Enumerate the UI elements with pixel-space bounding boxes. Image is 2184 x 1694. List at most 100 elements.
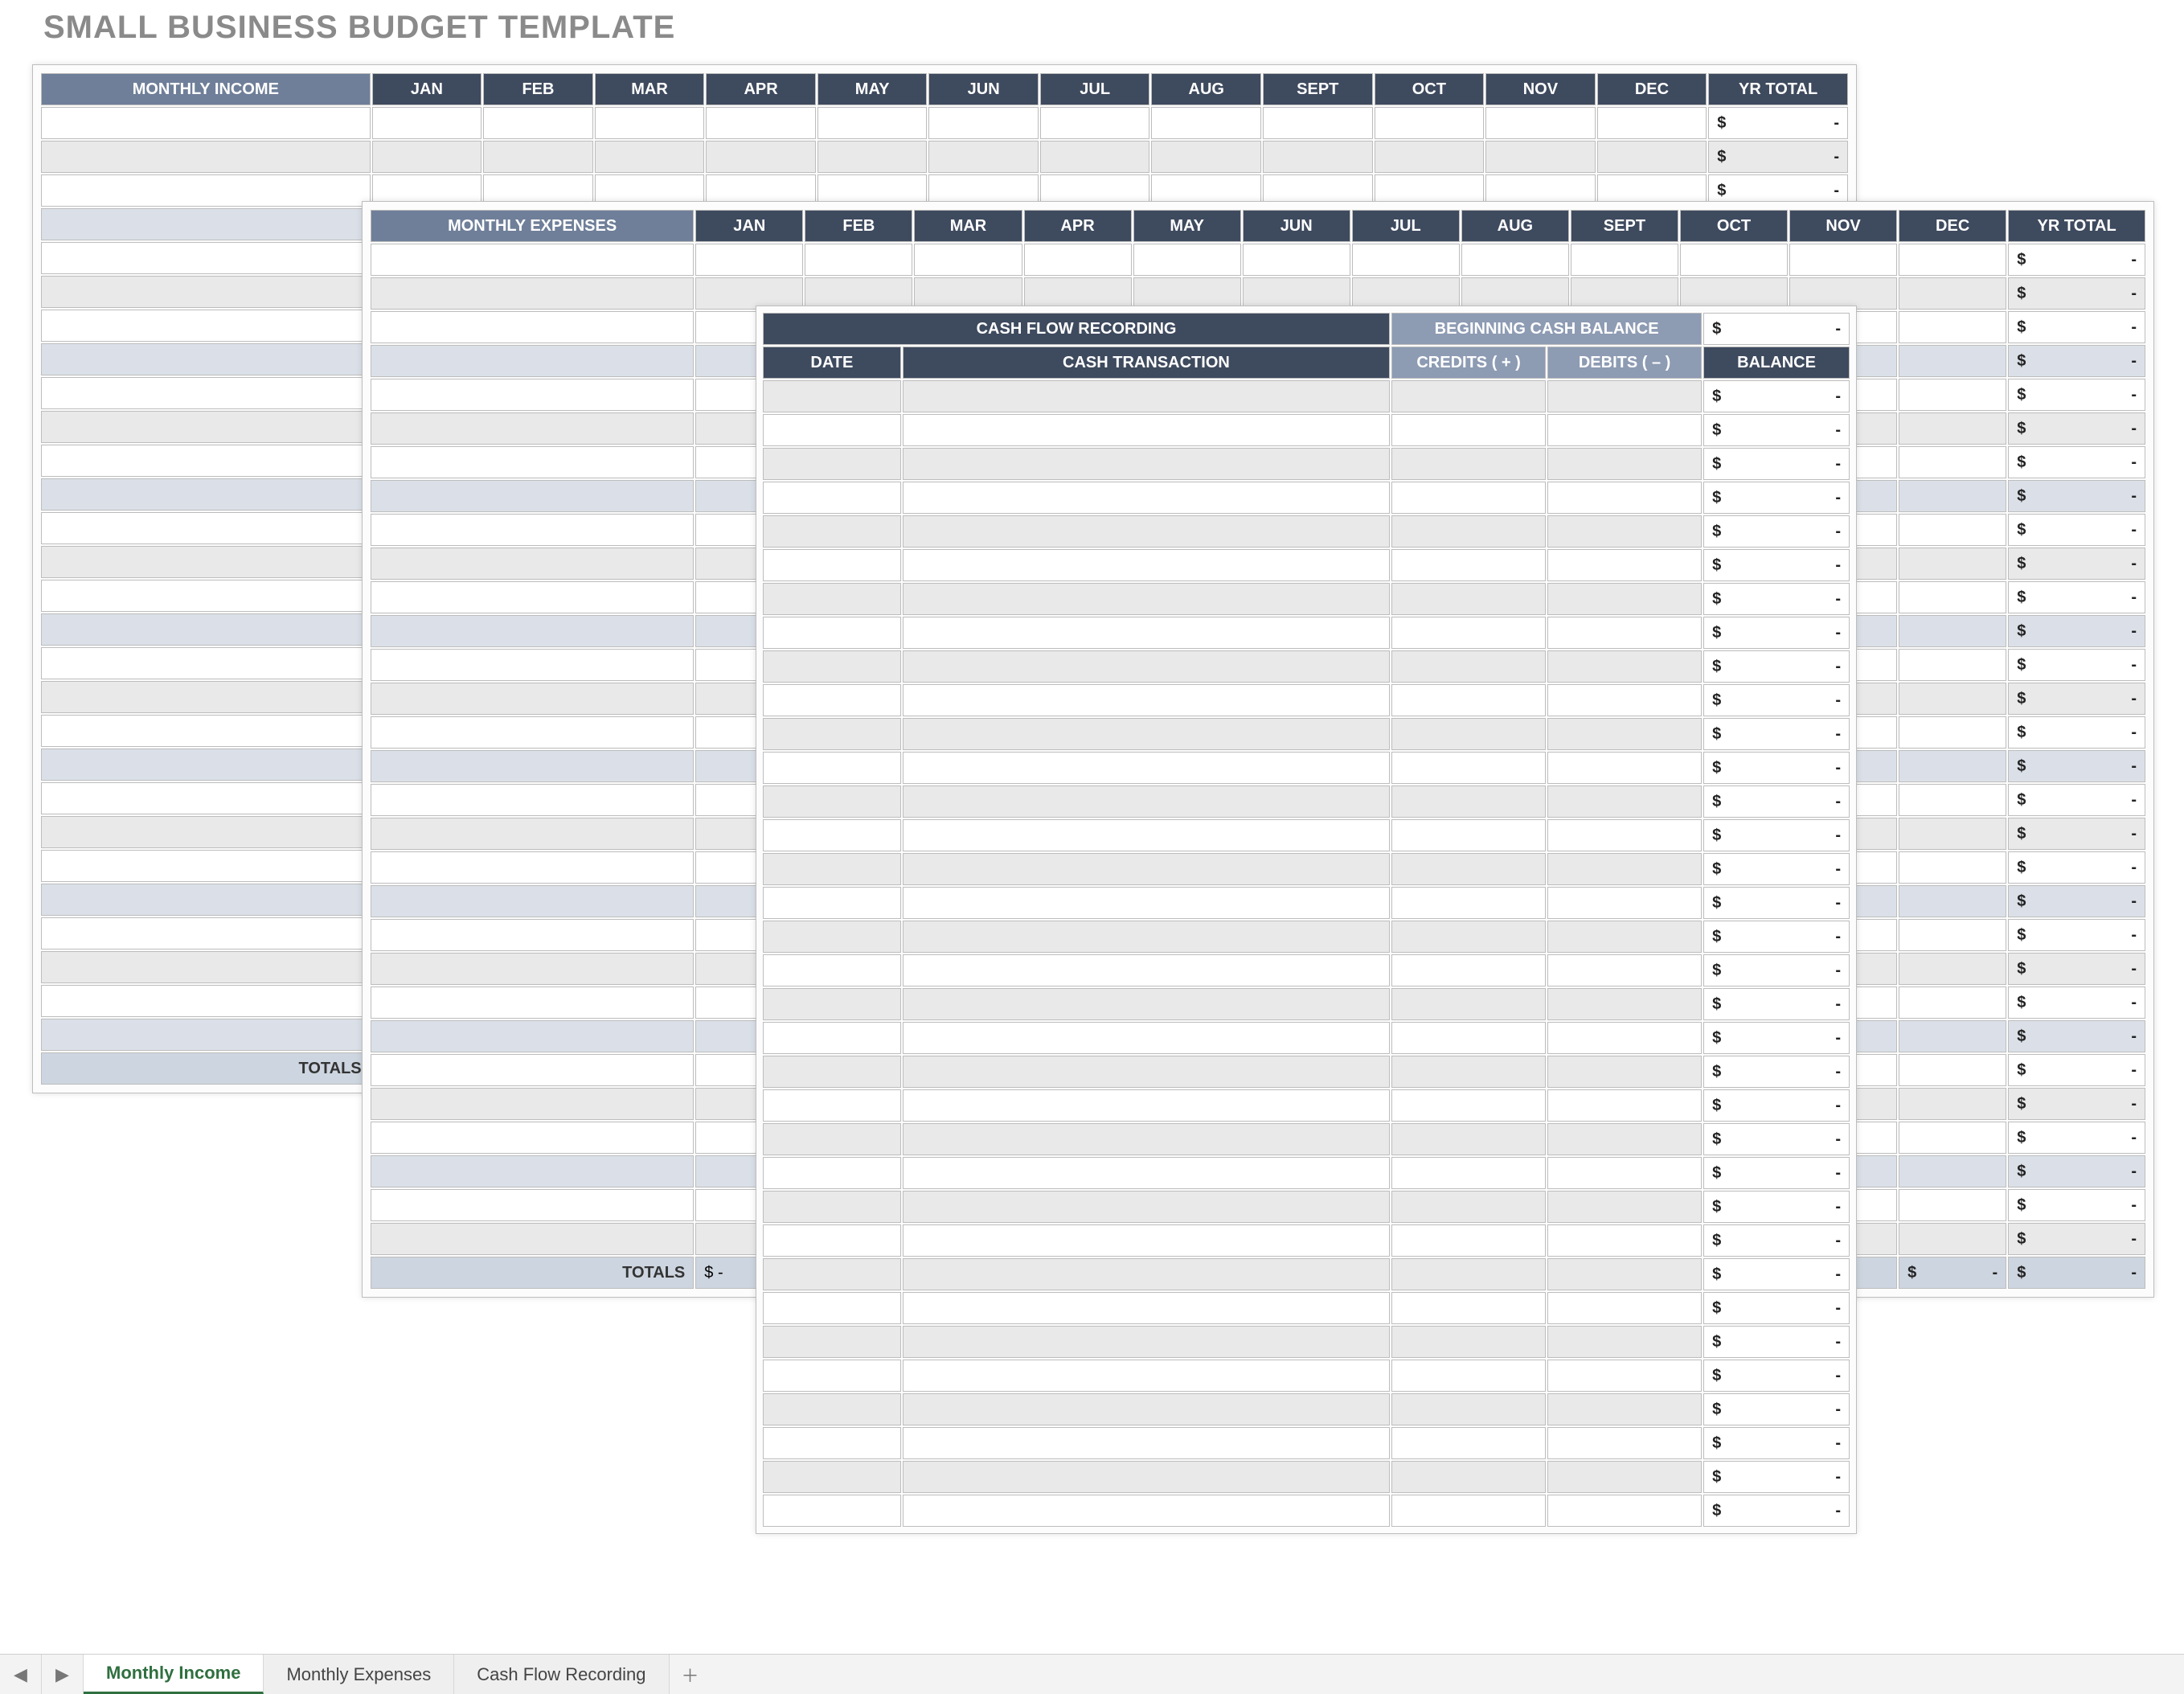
month-cell[interactable] <box>706 107 816 139</box>
yr-total-cell[interactable]: $- <box>2008 953 2145 985</box>
date-cell[interactable] <box>763 1326 901 1358</box>
month-cell[interactable] <box>1899 649 2006 681</box>
date-cell[interactable] <box>763 1123 901 1155</box>
row-label-cell[interactable] <box>41 276 371 308</box>
credits-cell[interactable] <box>1391 583 1546 615</box>
transaction-cell[interactable] <box>903 1393 1390 1425</box>
yr-total-cell[interactable]: $- <box>2008 750 2145 782</box>
credits-cell[interactable] <box>1391 819 1546 851</box>
balance-cell[interactable]: $- <box>1703 1157 1850 1189</box>
transaction-cell[interactable] <box>903 1056 1390 1088</box>
yr-total-cell[interactable]: $- <box>2008 1155 2145 1187</box>
debits-cell[interactable] <box>1547 988 1702 1020</box>
date-cell[interactable] <box>763 1360 901 1392</box>
credits-cell[interactable] <box>1391 887 1546 919</box>
row-label-cell[interactable] <box>371 716 694 749</box>
row-label-cell[interactable] <box>371 1122 694 1154</box>
month-cell[interactable] <box>1461 277 1569 310</box>
tab-cash-flow-recording[interactable]: Cash Flow Recording <box>454 1655 669 1694</box>
month-cell[interactable] <box>1789 277 1897 310</box>
month-cell[interactable] <box>914 244 1022 276</box>
yr-total-cell[interactable]: $- <box>2008 379 2145 411</box>
month-cell[interactable] <box>1899 345 2006 377</box>
debits-cell[interactable] <box>1547 617 1702 649</box>
yr-total-cell[interactable]: $- <box>2008 716 2145 749</box>
month-cell[interactable] <box>1899 784 2006 816</box>
row-label-cell[interactable] <box>371 750 694 782</box>
row-label-cell[interactable] <box>41 478 371 511</box>
transaction-cell[interactable] <box>903 1326 1390 1358</box>
month-cell[interactable] <box>928 141 1039 173</box>
date-cell[interactable] <box>763 785 901 818</box>
month-cell[interactable] <box>1024 277 1132 310</box>
credits-cell[interactable] <box>1391 515 1546 548</box>
credits-cell[interactable] <box>1391 1056 1546 1088</box>
row-label-cell[interactable] <box>41 985 371 1017</box>
row-label-cell[interactable] <box>371 649 694 681</box>
month-cell[interactable] <box>1899 244 2006 276</box>
balance-cell[interactable]: $- <box>1703 954 1850 986</box>
date-cell[interactable] <box>763 1292 901 1324</box>
debits-cell[interactable] <box>1547 414 1702 446</box>
date-cell[interactable] <box>763 1393 901 1425</box>
credits-cell[interactable] <box>1391 1022 1546 1054</box>
debits-cell[interactable] <box>1547 1022 1702 1054</box>
credits-cell[interactable] <box>1391 1461 1546 1493</box>
date-cell[interactable] <box>763 1157 901 1189</box>
transaction-cell[interactable] <box>903 921 1390 953</box>
credits-cell[interactable] <box>1391 1089 1546 1122</box>
row-label-cell[interactable] <box>41 512 371 544</box>
transaction-cell[interactable] <box>903 752 1390 784</box>
yr-total-cell[interactable]: $- <box>2008 683 2145 715</box>
row-label-cell[interactable] <box>41 411 371 443</box>
date-cell[interactable] <box>763 583 901 615</box>
yr-total-cell[interactable]: $- <box>2008 345 2145 377</box>
month-cell[interactable] <box>1485 107 1596 139</box>
debits-cell[interactable] <box>1547 1157 1702 1189</box>
credits-cell[interactable] <box>1391 1427 1546 1459</box>
transaction-cell[interactable] <box>903 684 1390 716</box>
month-cell[interactable] <box>1899 953 2006 985</box>
debits-cell[interactable] <box>1547 1258 1702 1290</box>
month-cell[interactable] <box>1597 107 1707 139</box>
row-label-cell[interactable] <box>41 107 371 139</box>
yr-total-cell[interactable]: $- <box>2008 548 2145 580</box>
date-cell[interactable] <box>763 887 901 919</box>
month-cell[interactable] <box>1352 277 1460 310</box>
debits-cell[interactable] <box>1547 1360 1702 1392</box>
yr-total-cell[interactable]: $- <box>2008 480 2145 512</box>
yr-total-cell[interactable]: $- <box>2008 615 2145 647</box>
row-label-cell[interactable] <box>41 377 371 409</box>
date-cell[interactable] <box>763 1427 901 1459</box>
transaction-cell[interactable] <box>903 1123 1390 1155</box>
credits-cell[interactable] <box>1391 380 1546 412</box>
month-cell[interactable] <box>817 141 928 173</box>
month-cell[interactable] <box>1485 141 1596 173</box>
balance-cell[interactable]: $- <box>1703 853 1850 885</box>
transaction-cell[interactable] <box>903 1258 1390 1290</box>
credits-cell[interactable] <box>1391 752 1546 784</box>
transaction-cell[interactable] <box>903 785 1390 818</box>
row-label-cell[interactable] <box>41 174 371 207</box>
debits-cell[interactable] <box>1547 583 1702 615</box>
month-cell[interactable] <box>695 244 803 276</box>
row-label-cell[interactable] <box>371 446 694 478</box>
yr-total-cell[interactable]: $- <box>2008 1223 2145 1255</box>
transaction-cell[interactable] <box>903 988 1390 1020</box>
month-cell[interactable] <box>1040 141 1150 173</box>
month-cell[interactable] <box>1899 514 2006 546</box>
month-cell[interactable] <box>1899 1223 2006 1255</box>
month-cell[interactable] <box>483 141 593 173</box>
debits-cell[interactable] <box>1547 752 1702 784</box>
balance-cell[interactable]: $- <box>1703 1360 1850 1392</box>
balance-cell[interactable]: $- <box>1703 1461 1850 1493</box>
month-cell[interactable] <box>1899 446 2006 478</box>
month-cell[interactable] <box>1899 683 2006 715</box>
debits-cell[interactable] <box>1547 819 1702 851</box>
balance-cell[interactable]: $- <box>1703 448 1850 480</box>
date-cell[interactable] <box>763 380 901 412</box>
row-label-cell[interactable] <box>371 986 694 1019</box>
balance-cell[interactable]: $- <box>1703 583 1850 615</box>
yr-total-cell[interactable]: $- <box>2008 446 2145 478</box>
month-cell[interactable] <box>1899 379 2006 411</box>
